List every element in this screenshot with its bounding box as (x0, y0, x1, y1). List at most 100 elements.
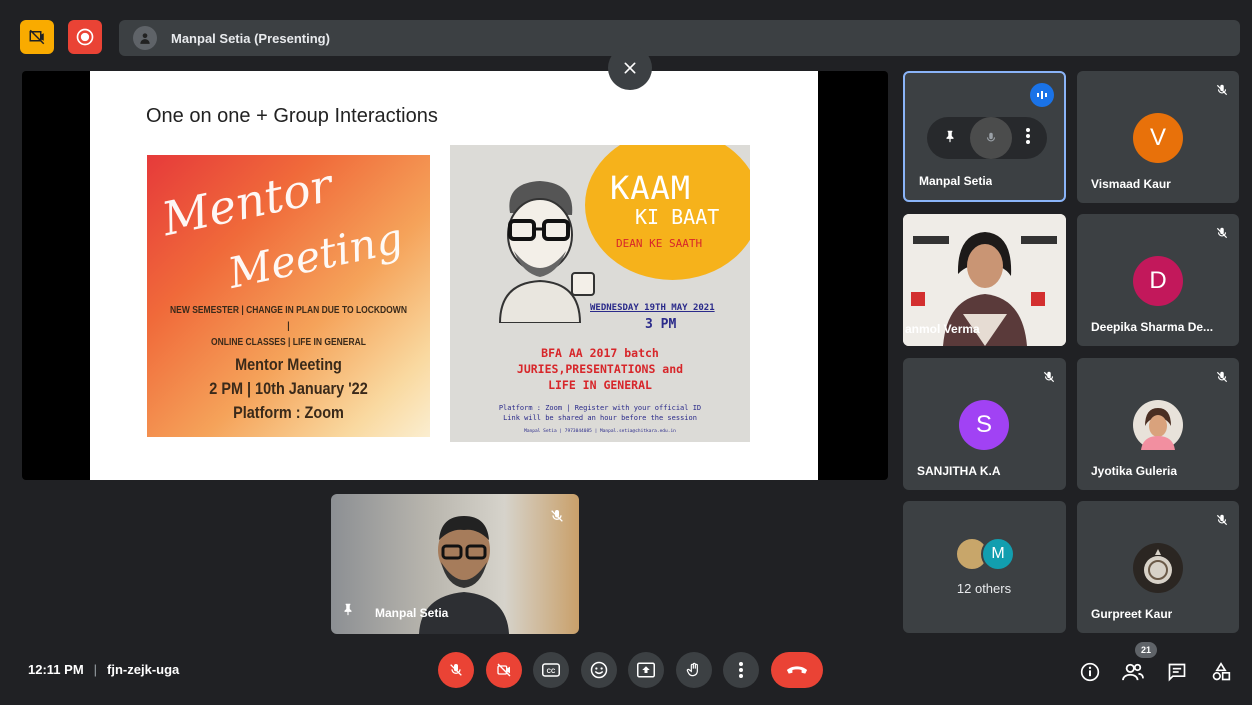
participant-tile-gurpreet-kaur[interactable]: Gurpreet Kaur (1077, 501, 1239, 633)
poster-time: 3 PM (645, 317, 677, 332)
participant-name: Gurpreet Kaur (1091, 607, 1173, 621)
participant-tile-anmol-verma[interactable]: anmol Verma (903, 214, 1066, 346)
others-count-label: 12 others (956, 581, 1012, 596)
poster-batch-line-3: LIFE IN GENERAL (548, 378, 652, 392)
participant-name: Deepika Sharma De... (1091, 320, 1214, 334)
layout-warning-icon[interactable] (20, 20, 54, 54)
participant-tile-others[interactable]: M 12 others (903, 501, 1066, 633)
self-view-name: Manpal Setia (375, 606, 449, 620)
poster-batch-line-1: BFA AA 2017 batch (541, 346, 659, 360)
close-presentation-button[interactable] (608, 46, 652, 90)
people-count-badge: 21 (1135, 642, 1157, 658)
participant-tile-manpal-setia[interactable]: Manpal Setia (903, 71, 1066, 202)
people-icon (1122, 663, 1144, 681)
participant-name: SANJITHA K.A (917, 464, 1001, 478)
mic-off-icon (1215, 370, 1229, 389)
mentor-meeting-poster: Mentor Meeting NEW SEMESTER | CHANGE IN … (147, 155, 430, 437)
info-icon (1080, 662, 1100, 682)
poster-topics-line-1: NEW SEMESTER | CHANGE IN PLAN DUE TO LOC… (170, 305, 407, 332)
poster-batch-line-2: JURIES,PRESENTATIONS and (516, 362, 684, 376)
present-now-button[interactable] (628, 652, 664, 688)
microphone-toggle-button[interactable] (438, 652, 474, 688)
camera-toggle-button[interactable] (486, 652, 522, 688)
more-vert-icon (739, 662, 743, 678)
captions-button[interactable]: CC (533, 652, 569, 688)
self-view-tile[interactable]: Manpal Setia (331, 494, 579, 634)
mic-off-icon (549, 508, 565, 529)
more-options-icon[interactable] (1025, 127, 1031, 150)
chat-icon (1168, 663, 1186, 682)
participant-tile-vismaad-kaur[interactable]: V Vismaad Kaur (1077, 71, 1239, 203)
avatar: M (981, 537, 1015, 571)
speaking-indicator-icon (1030, 83, 1054, 107)
avatar (1133, 543, 1183, 593)
camera-off-icon (497, 663, 511, 677)
participant-name: Manpal Setia (919, 174, 993, 188)
presentation-slide: One on one + Group Interactions Mentor M… (90, 71, 818, 480)
poster-meeting-title: Mentor Meeting (235, 355, 342, 374)
poster-batch-info: BFA AA 2017 batch JURIES,PRESENTATIONS a… (450, 345, 750, 393)
mic-off-icon (1215, 226, 1229, 245)
more-options-button[interactable] (723, 652, 759, 688)
meeting-details-button[interactable] (1078, 660, 1102, 684)
presenting-banner: Manpal Setia (Presenting) (119, 20, 1240, 56)
activities-icon (1212, 662, 1231, 681)
leave-call-button[interactable] (771, 652, 823, 688)
poster-platform-line-1: Platform : Zoom | Register with your off… (498, 404, 702, 412)
captions-icon: CC (542, 663, 560, 677)
presentation-stage: One on one + Group Interactions Mentor M… (22, 71, 888, 480)
divider: | (93, 662, 98, 677)
chat-button[interactable] (1165, 660, 1189, 684)
presenter-avatar (133, 26, 157, 50)
emoji-icon (590, 661, 608, 679)
mic-off-icon (1215, 83, 1229, 102)
mic-icon (986, 132, 996, 142)
participant-name: Jyotika Guleria (1091, 464, 1178, 478)
avatar (1133, 400, 1183, 450)
meeting-time: 12:11 PM (28, 662, 84, 677)
poster-topics-line-2: ONLINE CLASSES | LIFE IN GENERAL (211, 337, 366, 348)
poster-contact: Manpal Setia | 7973044085 | Manpal.setia… (524, 429, 676, 434)
avatar: D (1133, 256, 1183, 306)
meeting-code[interactable]: fjn-zejk-uga (107, 662, 179, 677)
poster-platform-line-2: Link will be shared an hour before the s… (503, 414, 697, 422)
slide-title: One on one + Group Interactions (146, 105, 438, 127)
mic-off-icon (1215, 513, 1229, 532)
poster-meeting-time: 2 PM | 10th January '22 (209, 379, 368, 398)
poster-topics: NEW SEMESTER | CHANGE IN PLAN DUE TO LOC… (168, 303, 409, 351)
reactions-button[interactable] (581, 652, 617, 688)
bottom-control-bar: 12:11 PM | fjn-zejk-uga CC 21 (0, 640, 1252, 705)
poster-platform-info: Platform : Zoom | Register with your off… (450, 403, 750, 423)
poster-meeting-details: Mentor Meeting 2 PM | 10th January '22 P… (168, 353, 409, 425)
participant-tile-deepika-sharma[interactable]: D Deepika Sharma De... (1077, 214, 1239, 346)
participant-name: Vismaad Kaur (1091, 177, 1171, 191)
recording-icon[interactable] (68, 20, 102, 54)
avatar: V (1133, 113, 1183, 163)
present-screen-icon (637, 662, 655, 678)
svg-text:CC: CC (547, 669, 556, 675)
end-call-icon (786, 666, 808, 674)
poster-kaam: KAAM (610, 169, 692, 207)
mute-participant-button[interactable] (969, 117, 1012, 159)
poster-meeting-platform: Platform : Zoom (233, 403, 344, 422)
hand-icon (686, 662, 698, 677)
close-icon (624, 62, 636, 74)
raise-hand-button[interactable] (676, 652, 712, 688)
participant-tile-jyotika-guleria[interactable]: Jyotika Guleria (1077, 358, 1239, 490)
poster-date: WEDNESDAY 19TH MAY 2021 (590, 303, 715, 313)
kaam-ki-baat-poster: KAAM KI BAAT DEAN KE SAATH WEDNESDAY 19T… (450, 145, 750, 442)
mic-off-icon (450, 664, 462, 676)
others-avatar-stack: M (955, 537, 1015, 571)
participant-name: anmol Verma (905, 322, 980, 336)
pin-icon[interactable] (341, 601, 355, 622)
pin-icon[interactable] (943, 128, 957, 149)
poster-dean: DEAN KE SAATH (616, 237, 703, 250)
meeting-info: 12:11 PM | fjn-zejk-uga (28, 662, 179, 677)
show-everyone-button[interactable] (1121, 660, 1145, 684)
tile-hover-controls (927, 117, 1047, 159)
activities-button[interactable] (1209, 660, 1233, 684)
poster-ki-baat: KI BAAT (635, 205, 720, 229)
participant-tile-sanjitha[interactable]: S SANJITHA K.A (903, 358, 1066, 490)
presenting-label: Manpal Setia (Presenting) (171, 30, 330, 46)
poster-script-word: Mentor (157, 157, 337, 247)
